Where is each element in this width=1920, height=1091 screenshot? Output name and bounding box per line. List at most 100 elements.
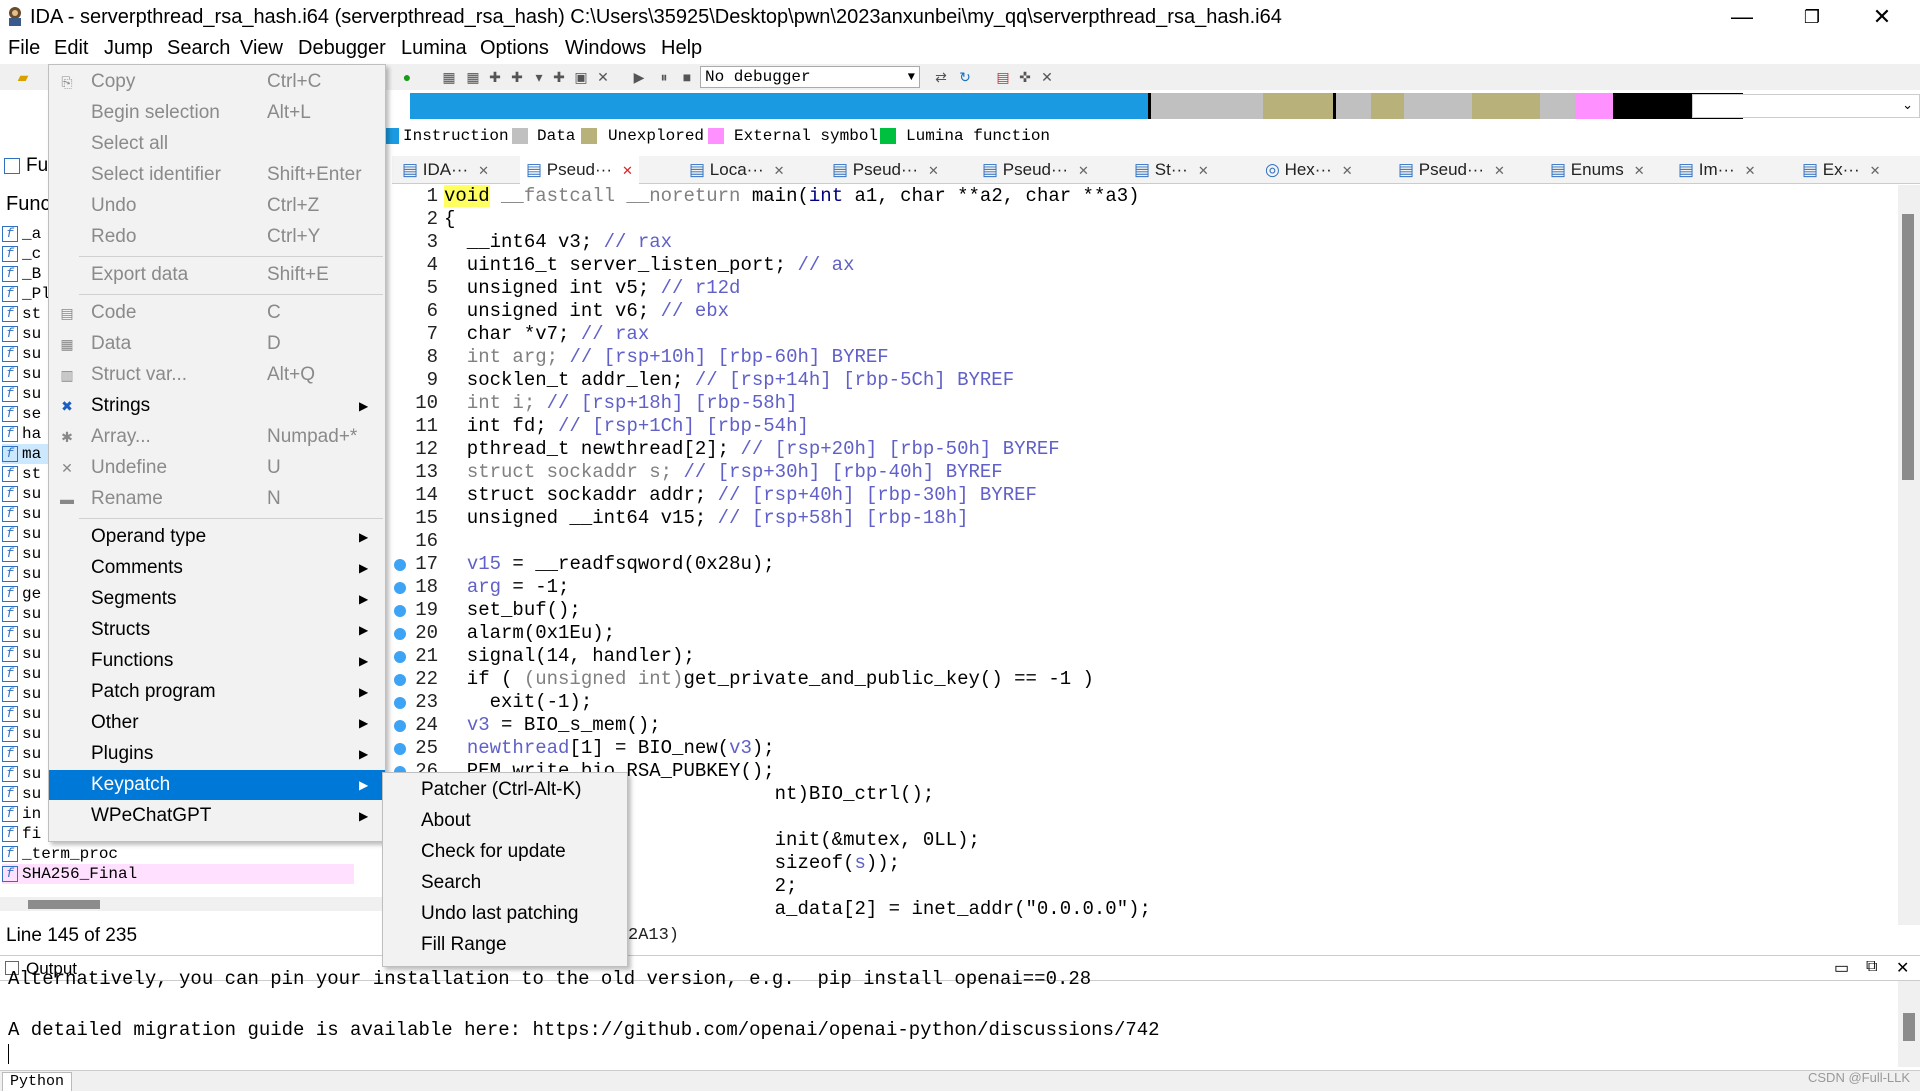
maximize-icon[interactable]: ▭ xyxy=(1834,958,1849,978)
stop-x-icon[interactable]: ✕ xyxy=(594,68,612,86)
menu-item-select-identifier[interactable]: Select identifier Shift+Enter xyxy=(49,160,385,190)
menu-file[interactable]: File xyxy=(8,37,40,60)
menu-item-structs[interactable]: Structs ▶ xyxy=(49,615,385,645)
tab-pseudocode-active[interactable]: ▤ Pseud··· ✕ xyxy=(520,156,639,184)
tab-enums[interactable]: ▤ Enums ✕ xyxy=(1550,156,1645,184)
functions-hscroll-thumb[interactable] xyxy=(28,900,100,909)
menu-item-export-data[interactable]: Export data Shift+E xyxy=(49,260,385,290)
dropdown-arrow-icon[interactable]: ▾ xyxy=(530,68,548,86)
close-icon[interactable]: ✕ xyxy=(478,163,489,178)
close-icon[interactable]: ✕ xyxy=(1078,163,1089,178)
minimize-button[interactable]: — xyxy=(1712,0,1772,34)
keypatch-patcher[interactable]: Patcher (Ctrl-Alt-K) xyxy=(421,775,581,805)
output-vscrollbar[interactable] xyxy=(1898,981,1920,1067)
menu-item-code[interactable]: ▤ Code C xyxy=(49,298,385,328)
close-icon[interactable]: ✕ xyxy=(1342,163,1353,178)
menu-item-array[interactable]: ✱ Array... Numpad+* xyxy=(49,422,385,452)
close-icon[interactable]: ✕ xyxy=(774,163,785,178)
struct-icon: ▥ xyxy=(60,367,74,383)
menu-item-functions[interactable]: Functions ▶ xyxy=(49,646,385,676)
menu-view[interactable]: View xyxy=(240,37,283,60)
tab-locals[interactable]: ▤ Loca··· ✕ xyxy=(689,156,785,184)
menu-jump[interactable]: Jump xyxy=(104,37,153,60)
menu-item-undo[interactable]: Undo Ctrl+Z xyxy=(49,191,385,221)
menu-item-select-all[interactable]: Select all xyxy=(49,129,385,159)
graph-icon[interactable]: ▦ xyxy=(440,68,458,86)
menu-item-comments[interactable]: Comments ▶ xyxy=(49,553,385,583)
nav-select[interactable]: ⌄ xyxy=(1692,94,1920,118)
attach-icon[interactable]: ⇄ xyxy=(932,68,950,86)
menu-item-copy[interactable]: ⎘ Copy Ctrl+C xyxy=(49,67,385,97)
close-icon[interactable]: ✕ xyxy=(1896,958,1909,978)
code-vscroll-thumb[interactable] xyxy=(1902,214,1914,480)
tab-imports[interactable]: ▤ Im··· ✕ xyxy=(1678,156,1756,184)
close-icon[interactable]: ✕ xyxy=(622,163,633,178)
menu-search[interactable]: Search xyxy=(167,37,230,60)
function-item[interactable]: f _term_proc xyxy=(2,844,372,864)
output-text[interactable]: Alternatively, you can pin your installa… xyxy=(0,968,1920,1067)
tab-exports[interactable]: ▤ Ex··· ✕ xyxy=(1802,156,1881,184)
menu-item-plugins[interactable]: Plugins ▶ xyxy=(49,739,385,769)
menu-item-wpechatgpt[interactable]: WPeChatGPT ▶ xyxy=(49,801,385,831)
breakpoint-list-icon[interactable]: ▤ xyxy=(994,68,1012,86)
menu-item-operand-type[interactable]: Operand type ▶ xyxy=(49,522,385,552)
close-icon[interactable]: ✕ xyxy=(1198,163,1209,178)
navigation-band[interactable] xyxy=(410,93,1743,119)
keypatch-about[interactable]: About xyxy=(421,806,471,836)
tab-pseudocode[interactable]: ▤ Pseud··· ✕ xyxy=(832,156,939,184)
menu-item-keypatch[interactable]: Keypatch ▶ xyxy=(49,770,385,800)
keypatch-fill-range[interactable]: Fill Range xyxy=(421,930,507,960)
graph2-icon[interactable]: ▦ xyxy=(464,68,482,86)
close-icon[interactable]: ✕ xyxy=(1870,163,1881,178)
stop-icon[interactable]: ■ xyxy=(678,68,696,86)
close-icon[interactable]: ✕ xyxy=(1494,163,1505,178)
function-icon: f xyxy=(2,405,18,422)
menu-item-segments[interactable]: Segments ▶ xyxy=(49,584,385,614)
menu-item-patch-program[interactable]: Patch program ▶ xyxy=(49,677,385,707)
menu-item-strings[interactable]: ✖ Strings ▶ xyxy=(49,391,385,421)
tab-pseudocode[interactable]: ▤ Pseud··· ✕ xyxy=(982,156,1089,184)
menu-item-struct-var[interactable]: ▥ Struct var... Alt+Q xyxy=(49,360,385,390)
tab-hex-view[interactable]: ◎ Hex··· ✕ xyxy=(1265,156,1353,184)
menu-item-begin-selection[interactable]: Begin selection Alt+L xyxy=(49,98,385,128)
menu-item-data[interactable]: ▦ Data D xyxy=(49,329,385,359)
close-icon[interactable]: ✕ xyxy=(928,163,939,178)
function-item[interactable]: f SHA256_Final xyxy=(2,864,354,884)
menu-item-other[interactable]: Other ▶ xyxy=(49,708,385,738)
run-icon[interactable]: ● xyxy=(398,68,416,86)
tab-pseudocode[interactable]: ▤ Pseud··· ✕ xyxy=(1398,156,1505,184)
refresh-icon[interactable]: ↻ xyxy=(956,68,974,86)
trace-icon[interactable]: ✜ xyxy=(1016,68,1034,86)
patch-icon[interactable]: ▣ xyxy=(572,68,590,86)
menu-debugger[interactable]: Debugger xyxy=(298,37,386,60)
output-vscroll-thumb[interactable] xyxy=(1903,1013,1915,1041)
menu-item-undefine[interactable]: ✕ Undefine U xyxy=(49,453,385,483)
play-icon[interactable]: ▶ xyxy=(630,68,648,86)
keypatch-check-update[interactable]: Check for update xyxy=(421,837,566,867)
close-button[interactable]: ✕ xyxy=(1852,0,1912,34)
menu-options[interactable]: Options xyxy=(480,37,549,60)
menu-lumina[interactable]: Lumina xyxy=(401,37,467,60)
python-button[interactable]: Python xyxy=(2,1072,72,1091)
line-number: 18 xyxy=(415,576,438,598)
step-over-icon[interactable]: ✚ xyxy=(550,68,568,86)
step-icon[interactable]: ✚ xyxy=(486,68,504,86)
keypatch-undo-last[interactable]: Undo last patching xyxy=(421,899,578,929)
menu-windows[interactable]: Windows xyxy=(565,37,646,60)
menu-item-rename[interactable]: ▬ Rename N xyxy=(49,484,385,514)
debugger-select[interactable]: No debugger ▼ xyxy=(700,66,920,88)
menu-edit[interactable]: Edit xyxy=(54,37,88,60)
trace-off-icon[interactable]: ✕ xyxy=(1038,68,1056,86)
pause-icon[interactable]: ⏸ xyxy=(655,68,673,86)
open-icon[interactable]: ▰ xyxy=(14,68,32,86)
restore-button[interactable]: ❐ xyxy=(1782,0,1842,34)
menu-help[interactable]: Help xyxy=(661,37,702,60)
keypatch-search[interactable]: Search xyxy=(421,868,481,898)
float-icon[interactable]: ⧉ xyxy=(1866,958,1877,976)
close-icon[interactable]: ✕ xyxy=(1745,163,1756,178)
tab-strings[interactable]: ▤ St··· ✕ xyxy=(1134,156,1209,184)
close-icon[interactable]: ✕ xyxy=(1634,163,1645,178)
step-into-icon[interactable]: ✚ xyxy=(508,68,526,86)
menu-item-redo[interactable]: Redo Ctrl+Y xyxy=(49,222,385,252)
tab-ida-view[interactable]: ▤ IDA··· ✕ xyxy=(402,156,489,184)
